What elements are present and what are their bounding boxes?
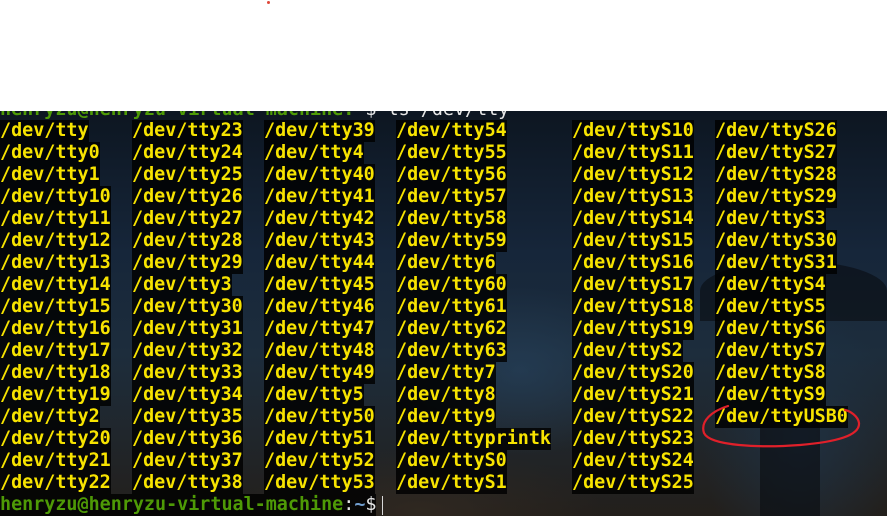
annotation-circle xyxy=(702,404,861,448)
blank-top-area xyxy=(0,0,887,111)
red-dot-mark xyxy=(267,1,270,4)
terminal-window[interactable]: henryzu@henryzu-virtual-machine:~$ ls /d… xyxy=(0,111,887,516)
red-annotation-overlay xyxy=(702,404,861,448)
